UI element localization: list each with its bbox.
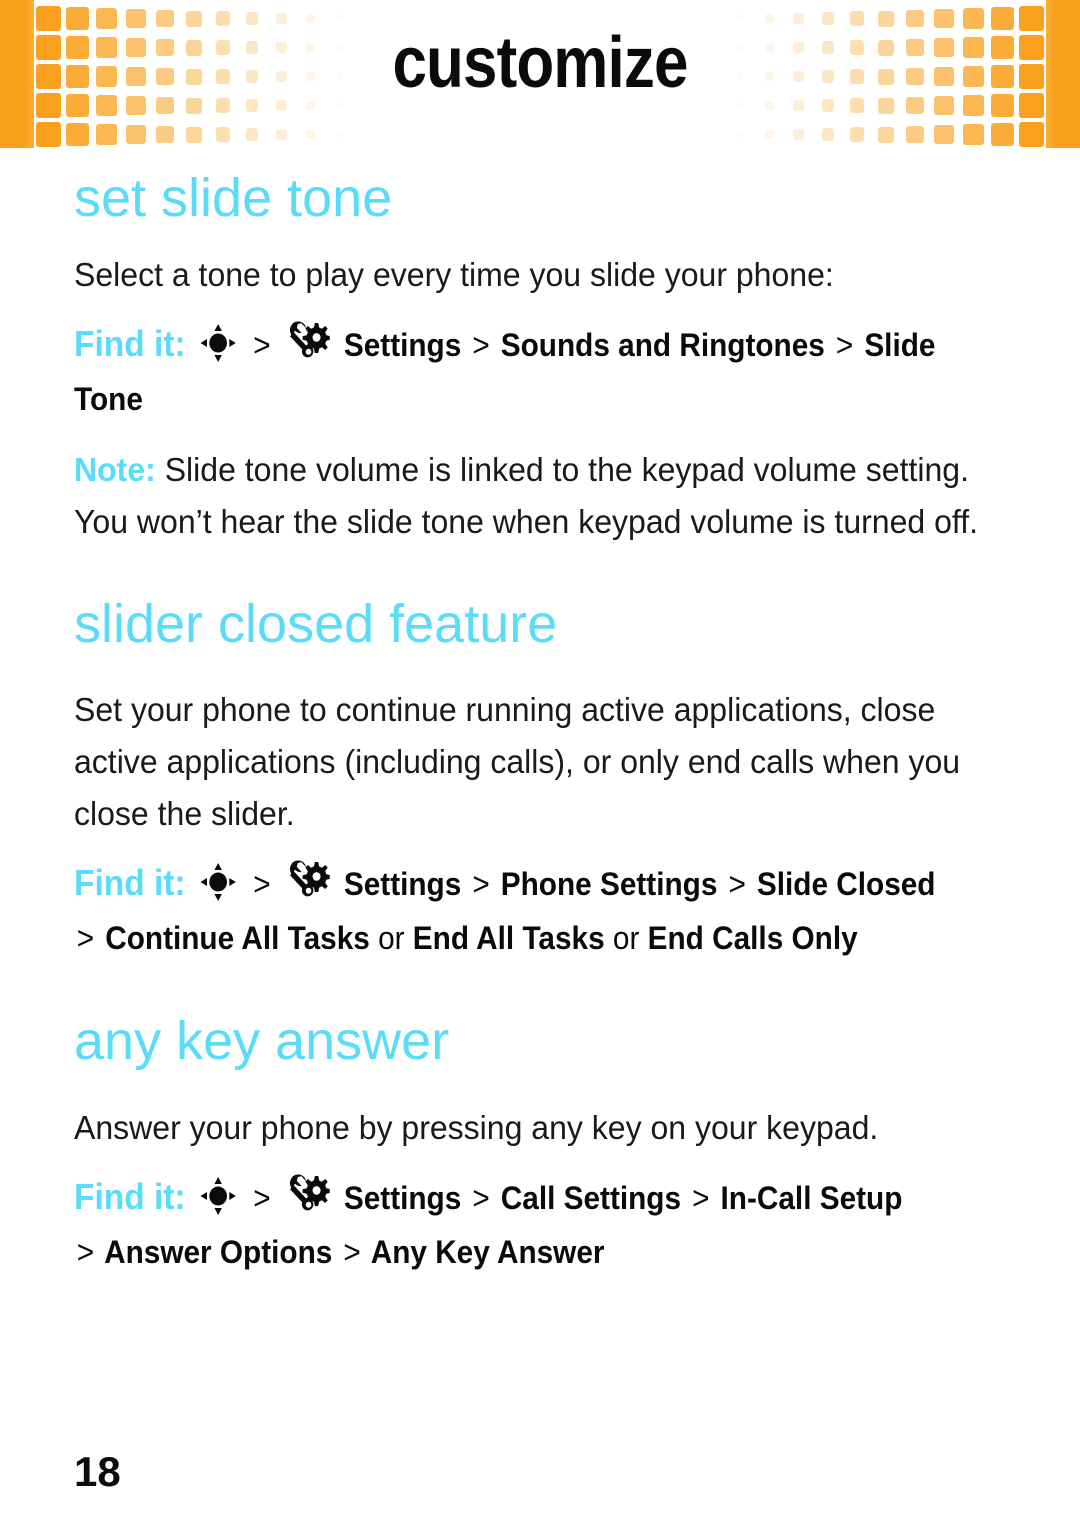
path-crumb-settings: Settings <box>343 866 462 903</box>
page-content: set slide tone Select a tone to play eve… <box>74 148 1006 1279</box>
header-tile <box>849 127 864 142</box>
path-crumb-slide-closed: Slide Closed <box>756 866 936 903</box>
path-separator: > <box>728 866 746 903</box>
header-tile <box>36 122 61 147</box>
header-tile <box>36 64 61 89</box>
header-tile <box>962 123 984 146</box>
note-paragraph: Note: Slide tone volume is linked to the… <box>74 444 978 548</box>
header-tile <box>1019 35 1044 60</box>
header-tile <box>793 129 804 140</box>
path-option-answer-options: Answer Options <box>104 1234 333 1271</box>
path-crumb-phone-settings: Phone Settings <box>500 866 718 903</box>
header-tile <box>906 125 924 144</box>
path-separator: > <box>472 1180 490 1217</box>
path-crumb-in-call-setup: In-Call Setup <box>720 1180 903 1217</box>
wrench-gear-settings-icon <box>287 319 331 363</box>
header-tile <box>765 130 774 139</box>
path-option-continue-all-tasks: Continue All Tasks <box>105 920 370 957</box>
note-label: Note: <box>74 450 156 488</box>
path-separator: > <box>253 866 271 903</box>
center-select-navigation-key-icon <box>199 323 236 363</box>
path-option-conjunction: or <box>612 920 640 957</box>
header-tile <box>186 126 202 143</box>
path-separator: > <box>253 326 271 363</box>
path-option-conjunction: or <box>378 920 405 957</box>
findit-label: Find it: <box>74 322 186 364</box>
findit-path-set-slide-tone: Find it: > Settings > Sounds and Rington… <box>74 317 941 426</box>
path-separator: > <box>835 326 854 363</box>
path-option-any-key-answer: Any Key Answer <box>370 1234 605 1271</box>
header-tile <box>246 128 259 141</box>
note-text: Slide tone volume is linked to the keypa… <box>74 450 978 540</box>
path-separator: > <box>472 326 490 363</box>
section-heading-slider-closed-feature: slider closed feature <box>74 593 558 654</box>
path-separator: > <box>343 1234 361 1271</box>
path-crumb-sounds-and-ringtones: Sounds and Ringtones <box>500 326 825 363</box>
path-separator: > <box>692 1180 710 1217</box>
header-tile <box>36 35 61 60</box>
header-tile <box>1019 64 1044 89</box>
section-heading-set-slide-tone: set slide tone <box>74 168 393 228</box>
path-crumb-settings: Settings <box>343 326 462 363</box>
header-tile <box>276 129 287 140</box>
path-option-end-calls-only: End Calls Only <box>647 920 858 957</box>
section-body-any-key-answer: Answer your phone by pressing any key on… <box>74 1109 879 1147</box>
header-tile <box>990 122 1014 147</box>
page-header: customize <box>0 0 1080 148</box>
wrench-gear-settings-icon <box>287 1172 331 1216</box>
page-title: customize <box>392 23 688 103</box>
header-tile <box>821 128 834 141</box>
findit-label: Find it: <box>74 1176 186 1218</box>
findit-path-any-key-answer: Find it: > Settings > Call Settings > In… <box>74 1170 941 1279</box>
section-body-slider-closed-feature: Set your phone to continue running activ… <box>74 691 961 833</box>
header-tile <box>878 126 894 143</box>
center-select-navigation-key-icon <box>199 862 236 902</box>
header-tile <box>36 93 61 118</box>
header-tile <box>306 130 315 139</box>
path-options-prefix: > <box>76 920 95 957</box>
header-tile <box>934 124 954 145</box>
header-tile <box>126 124 146 145</box>
path-crumb-settings: Settings <box>343 1180 462 1217</box>
center-select-navigation-key-icon <box>199 1176 236 1216</box>
section-heading-any-key-answer: any key answer <box>74 1011 450 1072</box>
header-tile <box>156 125 174 144</box>
wrench-gear-settings-icon <box>287 858 331 902</box>
header-tile <box>1019 122 1044 147</box>
path-separator: > <box>253 1180 271 1217</box>
path-separator: > <box>472 866 490 903</box>
path-option-end-all-tasks: End All Tasks <box>412 920 605 957</box>
header-tile <box>737 131 744 138</box>
section-body-set-slide-tone: Select a tone to play every time you sli… <box>74 255 834 293</box>
header-tile <box>216 127 231 142</box>
header-tile <box>96 123 118 146</box>
path-crumb-call-settings: Call Settings <box>500 1180 682 1217</box>
page-number: 18 <box>74 1448 121 1495</box>
manual-page: customize set slide tone Select a tone t… <box>0 0 1080 1532</box>
findit-label: Find it: <box>74 862 186 904</box>
header-tile <box>66 122 90 147</box>
header-tile <box>1019 93 1044 118</box>
header-tile-row <box>0 0 1080 147</box>
header-tile <box>336 131 343 138</box>
path-options-prefix: > <box>76 1234 95 1271</box>
findit-path-slider-closed-feature: Find it: > Settings > Phone Settings > S… <box>74 856 941 965</box>
